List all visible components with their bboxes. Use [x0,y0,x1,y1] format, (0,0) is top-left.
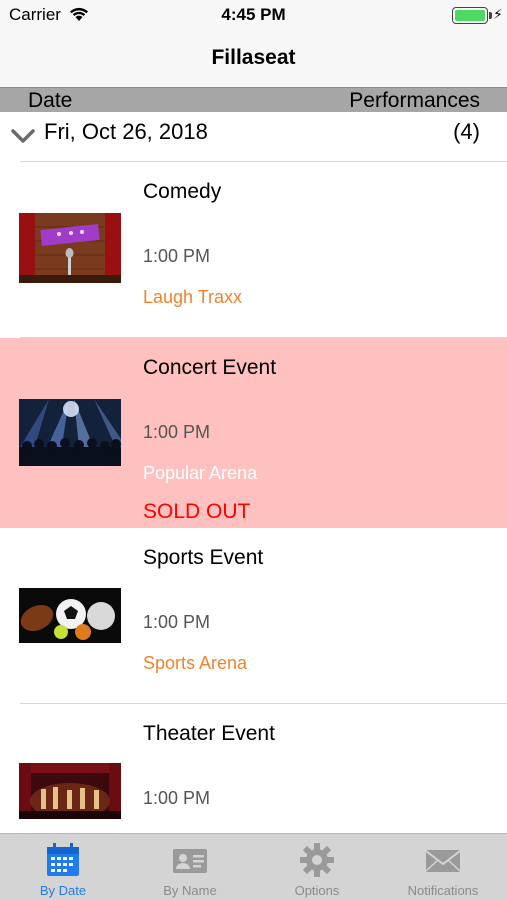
section-date: Fri, Oct 26, 2018 [44,119,208,144]
theater-stage-image [19,763,121,819]
column-header-performances: Performances [349,89,480,112]
status-time: 4:45 PM [221,5,286,24]
tab-label: Notifications [407,883,479,898]
date-section-header[interactable]: Fri, Oct 26, 2018 (4) [0,112,507,162]
event-title: Concert Event [143,356,277,379]
status-bar: Carrier 4:45 PM ⚡ [0,0,507,30]
charging-icon: ⚡ [493,6,503,22]
event-time: 1:00 PM [143,246,211,266]
sports-balls-image [19,588,121,643]
tab-label: Options [294,883,340,898]
concert-crowd-image [19,399,121,466]
tab-by-name[interactable]: By Name [127,834,253,900]
sold-out-badge: SOLD OUT [143,500,251,523]
event-title: Comedy [143,180,222,203]
tab-notifications[interactable]: Notifications [380,834,506,900]
envelope-icon [425,850,461,872]
column-header: Date Performances [0,87,507,112]
tab-options[interactable]: Options [254,834,380,900]
event-time: 1:00 PM [143,788,211,808]
event-title: Sports Event [143,546,264,569]
comedy-stage-image [19,213,121,283]
event-row-theater[interactable]: Theater Event 1:00 PM [0,704,507,833]
event-row-concert[interactable]: Concert Event 1:00 PM Popular Arena SOLD… [0,338,507,528]
battery-cap [489,12,492,19]
tab-label: By Name [163,883,217,898]
event-venue: Laugh Traxx [143,287,243,307]
event-time: 1:00 PM [143,422,211,442]
event-title: Theater Event [143,722,275,745]
battery-icon [452,7,488,24]
contact-card-icon [173,849,207,873]
navigation-bar: Fillaseat [0,30,507,87]
tab-by-date[interactable]: By Date [0,834,126,900]
calendar-icon [47,843,79,876]
event-venue: Sports Arena [143,653,248,673]
tab-bar: By Date By Name Options Notifications [0,833,507,900]
event-time: 1:00 PM [143,612,211,632]
page-title: Fillaseat [211,46,296,69]
tab-label: By Date [39,883,87,898]
gear-icon [300,843,334,877]
chevron-down-icon [11,129,35,143]
column-header-date: Date [28,89,73,112]
event-row-comedy[interactable]: Comedy 1:00 PM Laugh Traxx [0,162,507,337]
event-venue: Popular Arena [143,463,258,483]
event-row-sports[interactable]: Sports Event 1:00 PM Sports Arena [0,528,507,703]
performance-count: (4) [453,119,480,144]
